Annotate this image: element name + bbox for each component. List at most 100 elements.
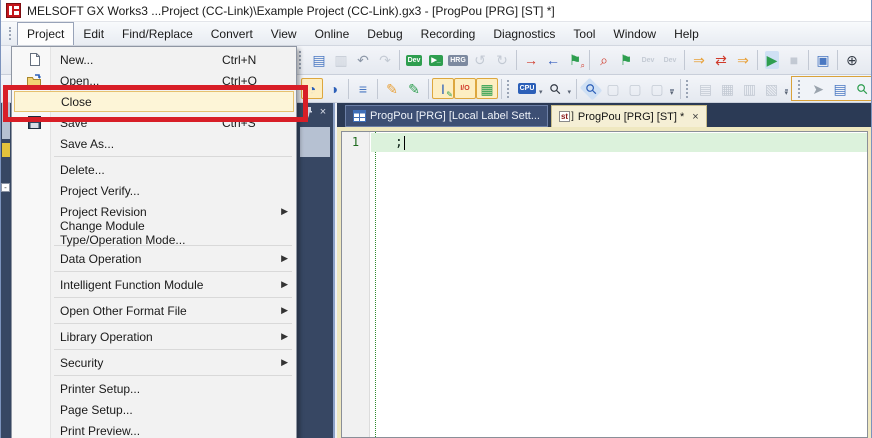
- monitor-write-icon[interactable]: ▣: [812, 50, 834, 71]
- document-tab-inactive[interactable]: ProgPou [PRG] [Local Label Sett...: [345, 105, 548, 127]
- form-window2-icon[interactable]: ▦: [717, 78, 739, 99]
- menu-item-new[interactable]: New...Ctrl+N: [14, 49, 294, 70]
- paste-icon[interactable]: ▥: [330, 50, 352, 71]
- menu-debug[interactable]: Debug: [358, 22, 411, 45]
- watch-window3-icon[interactable]: ▢: [646, 78, 668, 99]
- form-window3-icon[interactable]: ▥: [739, 78, 761, 99]
- menu-bar: ProjectEditFind/ReplaceConvertViewOnline…: [1, 22, 871, 46]
- menu-item-delete[interactable]: Delete...: [14, 159, 294, 180]
- outline-view-icon-glyph: ≡: [359, 82, 367, 96]
- menu-item-library-operation[interactable]: Library Operation▶: [14, 326, 294, 347]
- copy-icon-glyph: ▤: [312, 53, 325, 67]
- monitor-search-icon[interactable]: ⌕: [593, 50, 615, 71]
- menu-item-save-as[interactable]: Save As...: [14, 133, 294, 154]
- menu-find-replace[interactable]: Find/Replace: [113, 22, 202, 45]
- form-window1-icon[interactable]: ▤: [695, 78, 717, 99]
- flag-search-icon[interactable]: ⚑: [615, 50, 637, 71]
- jump-comment-icon[interactable]: ⇒: [688, 50, 710, 71]
- form-window2-icon-glyph: ▦: [721, 82, 734, 96]
- code-text: ;: [395, 135, 403, 150]
- menu-recording[interactable]: Recording: [412, 22, 485, 45]
- search-forward-icon[interactable]: ↻: [491, 50, 513, 71]
- menu-project[interactable]: Project: [17, 22, 74, 45]
- io-comment-icon[interactable]: I/O: [454, 78, 476, 99]
- zoom-search-icon[interactable]: ⚲: [545, 78, 567, 99]
- panel-close-icon[interactable]: ×: [320, 107, 326, 118]
- menu-diagnostics[interactable]: Diagnostics: [484, 22, 564, 45]
- menu-item-print-preview[interactable]: Print Preview...: [14, 420, 294, 438]
- tree-collapse-icon[interactable]: -: [1, 183, 10, 192]
- zoom-in-icon[interactable]: ⊕: [841, 50, 863, 71]
- cpu-monitor-icon[interactable]: CPU: [516, 78, 538, 99]
- search-back-icon[interactable]: ↺: [469, 50, 491, 71]
- tab-close-icon[interactable]: ×: [692, 111, 698, 123]
- watch-window1-icon[interactable]: ▢: [602, 78, 624, 99]
- monitor-start-icon[interactable]: ▶: [761, 50, 783, 71]
- cross-reference-next-icon[interactable]: →: [520, 50, 542, 71]
- toolbar-grip[interactable]: [507, 80, 512, 98]
- menu-item-open-other-format-file[interactable]: Open Other Format File▶: [14, 300, 294, 321]
- menu-item-intelligent-function-module[interactable]: Intelligent Function Module▶: [14, 274, 294, 295]
- redo-icon[interactable]: ↷: [374, 50, 396, 71]
- menu-help[interactable]: Help: [665, 22, 708, 45]
- outline-view-icon[interactable]: ≡: [352, 78, 374, 99]
- device-search-icon[interactable]: Dev: [403, 50, 425, 71]
- menu-item-page-setup[interactable]: Page Setup...: [14, 399, 294, 420]
- cross-reference-prev-icon[interactable]: ←: [542, 50, 564, 71]
- jump-statement-icon[interactable]: ⇒: [732, 50, 754, 71]
- cpu-monitor-icon-dropdown-caret[interactable]: ▾: [539, 88, 543, 96]
- screen-search-icon[interactable]: ▶_: [425, 50, 447, 71]
- undo-icon[interactable]: ↶: [352, 50, 374, 71]
- toolbar-separator: [837, 50, 838, 70]
- current-line-highlight[interactable]: ;: [371, 133, 867, 152]
- toolbar-grip[interactable]: [686, 80, 691, 98]
- monitor-stop-icon[interactable]: ■: [783, 50, 805, 71]
- io-swap-icon[interactable]: ⇄: [710, 50, 732, 71]
- cpu-monitor-icon-glyph: CPU: [518, 83, 537, 94]
- verify-search-icon[interactable]: ⚲: [851, 78, 872, 99]
- monitor-window-icon[interactable]: ⚲: [580, 78, 602, 99]
- word-search-icon[interactable]: HRG: [447, 50, 469, 71]
- menu-item-change-module-type-operation-mode[interactable]: Change Module Type/Operation Mode...: [14, 222, 294, 243]
- convert-icon[interactable]: ➤: [807, 78, 829, 99]
- menu-convert[interactable]: Convert: [202, 22, 262, 45]
- toolbar-overflow-icon[interactable]: ▾: [785, 89, 789, 96]
- toolbar-group: ⌕⚑DevDev: [593, 50, 681, 71]
- toolbar-group: ✎✎: [381, 78, 425, 99]
- menu-item-project-verify[interactable]: Project Verify...: [14, 180, 294, 201]
- st-editor[interactable]: 1 ;: [341, 131, 868, 438]
- copy-icon[interactable]: ▤: [308, 50, 330, 71]
- toolbar-separator: [377, 79, 378, 99]
- device-watch2-icon[interactable]: ◑: [323, 78, 345, 99]
- tab-label: ProgPou [PRG] [Local Label Sett...: [370, 110, 540, 122]
- module-parameter-icon[interactable]: ✎: [381, 78, 403, 99]
- device-list-search-icon[interactable]: ⚑⌕: [564, 50, 586, 71]
- document-tab-active[interactable]: st]ProgPou [PRG] [ST] *×: [551, 105, 707, 127]
- menu-window[interactable]: Window: [604, 22, 665, 45]
- monitor-window-icon-glyph: ⚲: [580, 77, 603, 100]
- panel-scroll-block[interactable]: [300, 127, 330, 157]
- menu-view[interactable]: View: [262, 22, 306, 45]
- watch-window2-icon[interactable]: ▢: [624, 78, 646, 99]
- zoom-search-icon-dropdown-caret[interactable]: ▾: [568, 88, 572, 96]
- menu-item-data-operation[interactable]: Data Operation▶: [14, 248, 294, 269]
- program-document-icon[interactable]: ▤: [829, 78, 851, 99]
- toolbar-overflow-icon[interactable]: ▾: [670, 89, 674, 96]
- toolbar-grip[interactable]: [798, 80, 803, 98]
- menu-edit[interactable]: Edit: [74, 22, 113, 45]
- menu-item-printer-setup[interactable]: Printer Setup...: [14, 378, 294, 399]
- menu-item-security[interactable]: Security▶: [14, 352, 294, 373]
- menu-tool[interactable]: Tool: [564, 22, 604, 45]
- device-search-disabled2-icon-glyph: Dev: [664, 57, 677, 64]
- form-window4-icon[interactable]: ▧: [761, 78, 783, 99]
- device-memory-icon[interactable]: ▦: [476, 78, 498, 99]
- device-search-disabled-icon[interactable]: Dev: [637, 50, 659, 71]
- label-editor-icon[interactable]: I✎: [432, 78, 454, 99]
- line-number-gutter: 1: [342, 132, 370, 437]
- menu-online[interactable]: Online: [306, 22, 359, 45]
- menu-separator: [54, 349, 292, 350]
- toolbar-grip[interactable]: [299, 51, 304, 69]
- toolbar-separator: [399, 50, 400, 70]
- device-search-disabled2-icon[interactable]: Dev: [659, 50, 681, 71]
- module-check-icon[interactable]: ✎: [403, 78, 425, 99]
